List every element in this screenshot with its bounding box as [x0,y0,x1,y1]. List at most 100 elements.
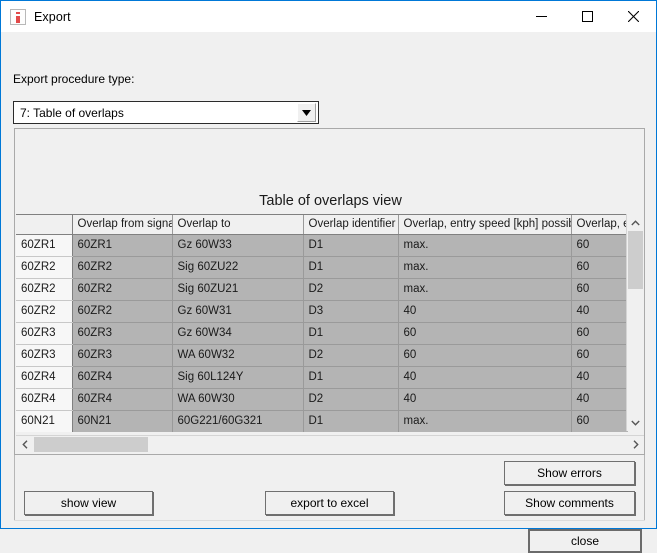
cell-overlap-identifier[interactable]: D1 [303,234,399,257]
cell-entry-speed-possible[interactable]: max. [398,278,572,301]
cell-entry-speed[interactable]: 60 [571,410,628,432]
cell-overlap-identifier[interactable]: D3 [303,300,399,323]
column-header-overlap-entry-speed[interactable]: Overlap, e [571,215,628,235]
bottom-separator [14,520,645,521]
cell-entry-speed-possible[interactable]: 60 [398,322,572,345]
maximize-button[interactable] [564,1,610,32]
cell-overlap-to[interactable]: Gz 60W34 [172,322,304,345]
cell-entry-speed[interactable]: 40 [571,366,628,389]
grid-vertical-scrollbar[interactable] [626,214,644,431]
cell-entry-speed[interactable]: 40 [571,300,628,323]
scroll-left-button[interactable] [16,436,33,453]
table-view-panel: Table of overlaps view Overlap from sign… [14,128,645,455]
cell-overlap-identifier[interactable]: D1 [303,366,399,389]
scroll-up-button[interactable] [627,214,644,231]
cell-overlap-identifier[interactable]: D2 [303,344,399,367]
table-row[interactable]: 60ZR3 60ZR3 Gz 60W34 D1 60 60 [16,322,628,345]
cell-entry-speed[interactable]: 40 [571,388,628,411]
row-header[interactable]: 60ZR3 [16,322,73,345]
export-dialog-window: Export Export procedure type: 7: Table o… [0,0,657,553]
cell-overlap-from-signal[interactable]: 60ZR3 [72,322,173,345]
cell-overlap-from-signal[interactable]: 60ZR4 [72,366,173,389]
cell-entry-speed-possible[interactable]: 40 [398,388,572,411]
maximize-icon [581,11,593,22]
cell-overlap-from-signal[interactable]: 60ZR2 [72,278,173,301]
cell-entry-speed[interactable]: 60 [571,322,628,345]
cell-overlap-to[interactable]: WA 60W32 [172,344,304,367]
cell-overlap-to[interactable]: Sig 60ZU21 [172,278,304,301]
column-header-overlap-from-signal[interactable]: Overlap from signal [72,215,173,235]
overlaps-grid-container[interactable]: Overlap from signal Overlap to Overlap i… [16,214,628,432]
table-row[interactable]: 60ZR2 60ZR2 Sig 60ZU21 D2 max. 60 [16,278,628,301]
column-header-overlap-entry-speed-possible[interactable]: Overlap, entry speed [kph] possible [398,215,572,235]
chevron-down-icon[interactable] [297,103,316,122]
row-header[interactable]: 60ZR2 [16,256,73,279]
cell-overlap-from-signal[interactable]: 60ZR2 [72,256,173,279]
cell-entry-speed[interactable]: 60 [571,344,628,367]
cell-overlap-from-signal[interactable]: 60ZR4 [72,388,173,411]
grid-horizontal-scrollbar[interactable] [16,435,644,453]
row-header[interactable]: 60ZR1 [16,234,73,257]
cell-overlap-identifier[interactable]: D2 [303,388,399,411]
export-procedure-type-value: 7: Table of overlaps [20,105,124,120]
cell-overlap-from-signal[interactable]: 60ZR1 [72,234,173,257]
title-bar: Export [1,1,656,32]
overlaps-table: Overlap from signal Overlap to Overlap i… [16,215,628,432]
close-dialog-button[interactable]: close [528,529,642,553]
table-body: 60ZR1 60ZR1 Gz 60W33 D1 max. 60 60ZR2 60… [16,234,628,432]
row-header[interactable]: 60ZR2 [16,300,73,323]
column-header-corner[interactable] [16,215,73,235]
table-row[interactable]: 60ZR4 60ZR4 WA 60W30 D2 40 40 [16,388,628,411]
cell-entry-speed-possible[interactable]: 40 [398,300,572,323]
row-header[interactable]: 60ZR4 [16,388,73,411]
cell-overlap-to[interactable]: Sig 60ZU22 [172,256,304,279]
scroll-right-icon [633,440,639,449]
close-button[interactable] [610,1,656,32]
cell-entry-speed[interactable]: 60 [571,256,628,279]
cell-entry-speed[interactable]: 60 [571,234,628,257]
export-procedure-type-select[interactable]: 7: Table of overlaps [13,101,319,124]
row-header[interactable]: 60N21 [16,410,73,432]
cell-overlap-to[interactable]: WA 60W30 [172,388,304,411]
cell-overlap-identifier[interactable]: D2 [303,278,399,301]
column-header-overlap-identifier[interactable]: Overlap identifier [303,215,399,235]
table-row[interactable]: 60ZR2 60ZR2 Gz 60W31 D3 40 40 [16,300,628,323]
cell-overlap-identifier[interactable]: D1 [303,410,399,432]
scroll-right-button[interactable] [627,436,644,453]
cell-entry-speed-possible[interactable]: 40 [398,366,572,389]
cell-entry-speed[interactable]: 60 [571,278,628,301]
show-view-button[interactable]: show view [24,491,153,515]
scroll-down-button[interactable] [627,414,644,431]
cell-overlap-to[interactable]: Sig 60L124Y [172,366,304,389]
cell-entry-speed-possible[interactable]: 60 [398,344,572,367]
cell-entry-speed-possible[interactable]: max. [398,410,572,432]
cell-overlap-to[interactable]: Gz 60W31 [172,300,304,323]
cell-overlap-to[interactable]: Gz 60W33 [172,234,304,257]
cell-entry-speed-possible[interactable]: max. [398,234,572,257]
table-row[interactable]: 60N21 60N21 60G221/60G321 D1 max. 60 [16,410,628,432]
vertical-scroll-thumb[interactable] [628,231,643,289]
cell-overlap-identifier[interactable]: D1 [303,322,399,345]
export-to-excel-button[interactable]: export to excel [265,491,394,515]
horizontal-scroll-thumb[interactable] [34,437,148,452]
cell-overlap-from-signal[interactable]: 60ZR2 [72,300,173,323]
chevron-down-glyph [302,109,311,116]
column-header-overlap-to[interactable]: Overlap to [172,215,304,235]
show-comments-button[interactable]: Show comments [504,491,635,515]
table-header: Overlap from signal Overlap to Overlap i… [16,215,628,235]
cell-overlap-to[interactable]: 60G221/60G321 [172,410,304,432]
row-header[interactable]: 60ZR2 [16,278,73,301]
table-row[interactable]: 60ZR4 60ZR4 Sig 60L124Y D1 40 40 [16,366,628,389]
table-row[interactable]: 60ZR1 60ZR1 Gz 60W33 D1 max. 60 [16,234,628,257]
row-header[interactable]: 60ZR4 [16,366,73,389]
cell-entry-speed-possible[interactable]: max. [398,256,572,279]
show-errors-button[interactable]: Show errors [504,461,635,485]
cell-overlap-from-signal[interactable]: 60ZR3 [72,344,173,367]
table-row[interactable]: 60ZR3 60ZR3 WA 60W32 D2 60 60 [16,344,628,367]
cell-overlap-from-signal[interactable]: 60N21 [72,410,173,432]
scroll-left-icon [21,440,27,449]
row-header[interactable]: 60ZR3 [16,344,73,367]
table-row[interactable]: 60ZR2 60ZR2 Sig 60ZU22 D1 max. 60 [16,256,628,279]
minimize-button[interactable] [518,1,564,32]
cell-overlap-identifier[interactable]: D1 [303,256,399,279]
